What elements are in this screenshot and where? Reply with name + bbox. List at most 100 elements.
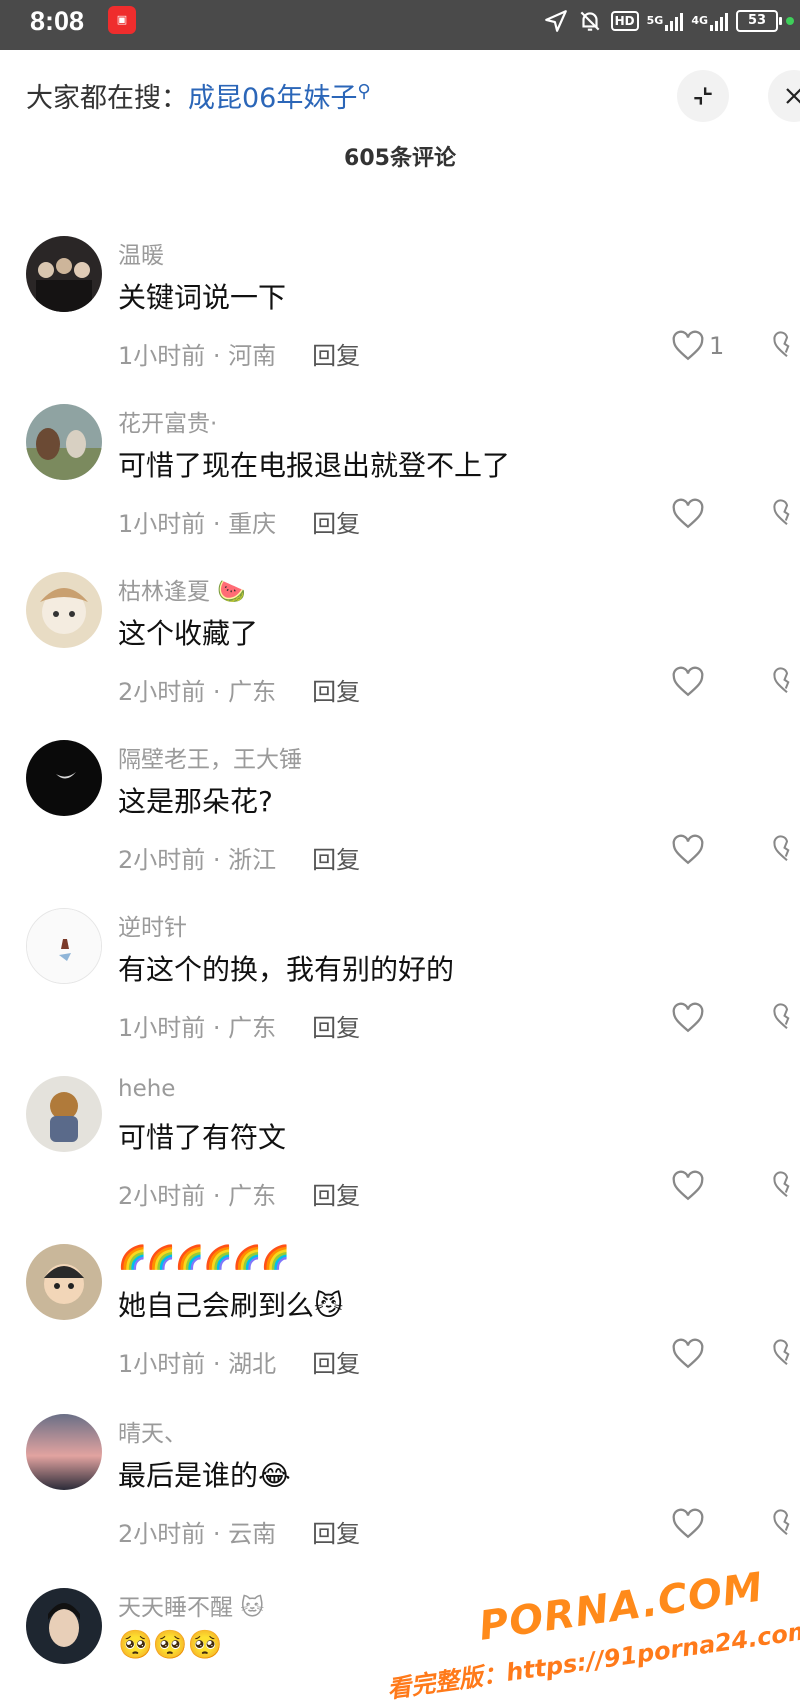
comment-item: 逆时针 有这个的换，我有别的好的 1小时前 · 广东 回复 bbox=[0, 908, 800, 1068]
reply-button[interactable]: 回复 bbox=[312, 678, 360, 706]
comment-username[interactable]: 晴天、 bbox=[118, 1414, 187, 1448]
avatar[interactable] bbox=[26, 740, 102, 816]
battery-icon: 53 bbox=[736, 10, 782, 32]
comment-item: 枯林逢夏 🍉 这个收藏了 2小时前 · 广东 回复 bbox=[0, 572, 800, 732]
comment-location: 广东 bbox=[228, 1014, 277, 1042]
broken-heart-icon bbox=[773, 835, 790, 862]
comment-location: 广东 bbox=[228, 1182, 277, 1210]
comment-username[interactable]: 天天睡不醒 🐱 bbox=[118, 1588, 264, 1622]
heart-icon bbox=[672, 498, 704, 529]
reply-button[interactable]: 回复 bbox=[312, 1350, 360, 1378]
search-icon: ⚲ bbox=[357, 81, 371, 102]
avatar[interactable] bbox=[26, 572, 102, 648]
comment-location: 广东 bbox=[228, 678, 277, 706]
broken-heart-icon bbox=[773, 1339, 790, 1366]
comment-item: 晴天、 最后是谁的😂 2小时前 · 云南 回复 bbox=[0, 1414, 800, 1574]
like-button[interactable] bbox=[671, 1170, 705, 1202]
comment-username[interactable]: 逆时针 bbox=[118, 908, 187, 942]
heart-icon bbox=[672, 666, 704, 697]
heart-icon bbox=[672, 834, 704, 865]
broken-heart-icon bbox=[773, 331, 790, 358]
dislike-button[interactable] bbox=[772, 834, 800, 868]
comment-username-text: 天天睡不醒 bbox=[118, 1595, 233, 1621]
reply-button[interactable]: 回复 bbox=[312, 1520, 360, 1548]
signal-4g-icon: 4G bbox=[691, 11, 728, 31]
avatar[interactable] bbox=[26, 1588, 102, 1664]
dislike-button[interactable] bbox=[772, 1002, 800, 1036]
cat-sticker-icon: 😼 bbox=[314, 1289, 344, 1322]
heart-icon bbox=[672, 1170, 704, 1201]
comment-text: 有这个的换，我有别的好的 bbox=[118, 953, 455, 986]
comment-meta: 1小时前 · 广东 回复 bbox=[118, 1014, 361, 1042]
collapse-button[interactable] bbox=[677, 70, 729, 122]
comment-time: 2小时前 bbox=[118, 846, 206, 874]
comment-item: 温暖 关键词说一下 1小时前 · 河南 回复 1 bbox=[0, 236, 800, 396]
dislike-button[interactable] bbox=[772, 666, 800, 700]
comment-meta: 1小时前 · 重庆 回复 bbox=[118, 510, 361, 538]
like-button[interactable] bbox=[671, 1002, 705, 1034]
comment-location: 湖北 bbox=[228, 1350, 277, 1378]
comment-item: 花开富贵· 可惜了现在电报退出就登不上了 1小时前 · 重庆 回复 bbox=[0, 404, 800, 564]
dislike-button[interactable] bbox=[772, 498, 800, 532]
comment-location: 重庆 bbox=[228, 510, 277, 538]
comment-username[interactable]: hehe bbox=[118, 1076, 175, 1102]
location-arrow-icon bbox=[543, 8, 569, 34]
reply-button[interactable]: 回复 bbox=[312, 1014, 360, 1042]
pleading-face-emoji-icon: 🥺🥺🥺 bbox=[118, 1628, 223, 1661]
dislike-button[interactable] bbox=[772, 1170, 800, 1204]
app-notification-icon: ▣ bbox=[108, 6, 136, 34]
like-button[interactable] bbox=[671, 1508, 705, 1540]
comment-count: 605条评论 bbox=[344, 146, 456, 171]
status-bar: 8:08 ▣ HD 5G 4G 53 bbox=[0, 0, 800, 50]
comment-username[interactable]: 隔壁老王，王大锤 bbox=[118, 740, 302, 774]
like-button[interactable] bbox=[671, 498, 705, 530]
crying-laughing-emoji-icon: 😂 bbox=[258, 1459, 291, 1492]
reply-button[interactable]: 回复 bbox=[312, 342, 360, 370]
comment-item: 隔壁老王，王大锤 这是那朵花? 2小时前 · 浙江 回复 bbox=[0, 740, 800, 900]
avatar[interactable] bbox=[26, 1244, 102, 1320]
comment-location: 浙江 bbox=[228, 846, 277, 874]
comment-text: 可惜了现在电报退出就登不上了 bbox=[118, 449, 511, 482]
privacy-indicator-dot bbox=[786, 17, 794, 25]
reply-button[interactable]: 回复 bbox=[312, 510, 360, 538]
heart-icon bbox=[672, 1508, 704, 1539]
search-suggestion[interactable]: 大家都在搜：成昆06年妹子⚲ bbox=[26, 76, 371, 115]
hd-voice-badge: HD bbox=[610, 11, 639, 31]
comment-username[interactable]: 温暖 bbox=[118, 236, 164, 270]
status-icons: HD 5G 4G 53 bbox=[543, 8, 794, 34]
comment-text: 这个收藏了 bbox=[118, 617, 259, 650]
like-button[interactable] bbox=[671, 1338, 705, 1370]
comment-meta: 2小时前 · 浙江 回复 bbox=[118, 846, 361, 874]
avatar[interactable] bbox=[26, 1414, 102, 1490]
avatar[interactable] bbox=[26, 1076, 102, 1152]
dislike-button[interactable] bbox=[772, 1338, 800, 1372]
avatar[interactable] bbox=[26, 404, 102, 480]
like-button[interactable]: 1 bbox=[671, 330, 724, 362]
like-button[interactable] bbox=[671, 834, 705, 866]
avatar[interactable] bbox=[26, 908, 102, 984]
like-button[interactable] bbox=[671, 666, 705, 698]
net-label-5g: 5G bbox=[646, 14, 664, 27]
dislike-button[interactable] bbox=[772, 330, 800, 364]
comment-meta: 2小时前 · 广东 回复 bbox=[118, 678, 361, 706]
heart-icon bbox=[672, 1002, 704, 1033]
mute-bell-icon bbox=[577, 8, 603, 34]
comment-username[interactable]: 花开富贵· bbox=[118, 404, 217, 438]
close-button[interactable] bbox=[768, 70, 800, 122]
comment-time: 2小时前 bbox=[118, 678, 206, 706]
broken-heart-icon bbox=[773, 1509, 790, 1536]
avatar[interactable] bbox=[26, 236, 102, 312]
reply-button[interactable]: 回复 bbox=[312, 846, 360, 874]
comment-text: 这是那朵花? bbox=[118, 785, 273, 818]
comment-username[interactable]: 枯林逢夏 🍉 bbox=[118, 572, 246, 606]
comment-item: hehe 可惜了有符文 2小时前 · 广东 回复 bbox=[0, 1076, 800, 1236]
broken-heart-icon bbox=[773, 667, 790, 694]
dislike-button[interactable] bbox=[772, 1508, 800, 1542]
reply-button[interactable]: 回复 bbox=[312, 1182, 360, 1210]
comment-time: 1小时前 bbox=[118, 1014, 206, 1042]
comment-username[interactable]: 🌈🌈🌈🌈🌈🌈 bbox=[118, 1244, 290, 1271]
collapse-arrows-icon bbox=[694, 87, 712, 105]
cat-face-emoji-icon: 🐱 bbox=[240, 1595, 265, 1621]
comment-text-body: 她自己会刷到么 bbox=[118, 1289, 315, 1322]
search-suggestion-keyword[interactable]: 成昆06年妹子 bbox=[188, 83, 357, 114]
